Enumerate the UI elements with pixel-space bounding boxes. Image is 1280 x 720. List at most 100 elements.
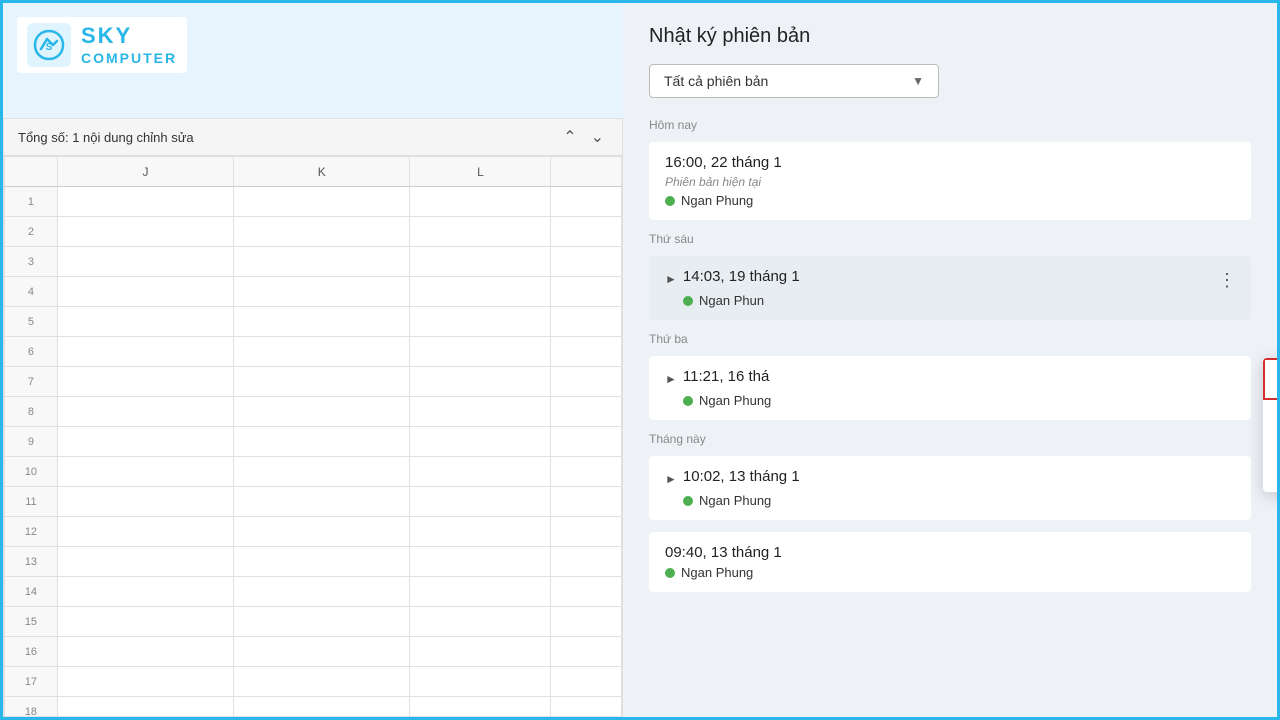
table-row[interactable]: 1 — [5, 187, 622, 217]
version-dropdown[interactable]: Tất cả phiên bản ▼ — [649, 64, 939, 98]
cell-l-3[interactable] — [410, 247, 551, 277]
version-item-friday-1[interactable]: ► 14:03, 19 tháng 1 ⋮ Ngan Phun — [649, 256, 1251, 320]
version-item-month-2[interactable]: 09:40, 13 tháng 1 Ngan Phung — [649, 532, 1251, 592]
cell-extra-10 — [551, 457, 622, 487]
cell-l-5[interactable] — [410, 307, 551, 337]
cell-k-12[interactable] — [234, 517, 410, 547]
cell-j-13[interactable] — [57, 547, 233, 577]
table-row[interactable]: 11 — [5, 487, 622, 517]
cell-k-7[interactable] — [234, 367, 410, 397]
cell-j-2[interactable] — [57, 217, 233, 247]
table-row[interactable]: 7 — [5, 367, 622, 397]
cell-j-14[interactable] — [57, 577, 233, 607]
cell-j-7[interactable] — [57, 367, 233, 397]
cell-l-4[interactable] — [410, 277, 551, 307]
cell-l-6[interactable] — [410, 337, 551, 367]
cell-extra-16 — [551, 637, 622, 667]
table-row[interactable]: 4 — [5, 277, 622, 307]
cell-k-16[interactable] — [234, 637, 410, 667]
table-row[interactable]: 3 — [5, 247, 622, 277]
version-row-friday-1: ► 14:03, 19 tháng 1 — [665, 268, 1235, 289]
table-row[interactable]: 16 — [5, 637, 622, 667]
table-row[interactable]: 18 — [5, 697, 622, 718]
table-row[interactable]: 6 — [5, 337, 622, 367]
cell-k-2[interactable] — [234, 217, 410, 247]
cell-j-18[interactable] — [57, 697, 233, 718]
more-options-btn[interactable]: ⋮ — [1213, 266, 1241, 294]
cell-l-18[interactable] — [410, 697, 551, 718]
version-item-tuesday-1[interactable]: ► 11:21, 16 thá Ngan Phung — [649, 356, 1251, 420]
cell-k-9[interactable] — [234, 427, 410, 457]
version-row-tuesday-1: ► 11:21, 16 thá — [665, 368, 1235, 389]
cell-j-17[interactable] — [57, 667, 233, 697]
cell-l-8[interactable] — [410, 397, 551, 427]
cell-k-5[interactable] — [234, 307, 410, 337]
cell-l-9[interactable] — [410, 427, 551, 457]
toolbar-row: Tổng số: 1 nội dung chỉnh sửa ⌃ ⌄ — [4, 119, 622, 156]
cell-extra-3 — [551, 247, 622, 277]
col-header-j[interactable]: J — [57, 157, 233, 187]
context-menu-rename[interactable]: Đặt tên cho phiên bản này — [1263, 400, 1277, 454]
cell-j-9[interactable] — [57, 427, 233, 457]
table-row[interactable]: 10 — [5, 457, 622, 487]
cell-k-10[interactable] — [234, 457, 410, 487]
cell-l-12[interactable] — [410, 517, 551, 547]
table-row[interactable]: 5 — [5, 307, 622, 337]
table-row[interactable]: 8 — [5, 397, 622, 427]
table-row[interactable]: 15 — [5, 607, 622, 637]
cell-l-7[interactable] — [410, 367, 551, 397]
cell-k-6[interactable] — [234, 337, 410, 367]
cell-k-14[interactable] — [234, 577, 410, 607]
cell-j-16[interactable] — [57, 637, 233, 667]
cell-l-17[interactable] — [410, 667, 551, 697]
col-header-k[interactable]: K — [234, 157, 410, 187]
author-name-month-2: Ngan Phung — [681, 565, 753, 580]
cell-k-13[interactable] — [234, 547, 410, 577]
cell-j-12[interactable] — [57, 517, 233, 547]
expand-btn[interactable]: ⌄ — [587, 125, 608, 149]
cell-j-11[interactable] — [57, 487, 233, 517]
cell-l-2[interactable] — [410, 217, 551, 247]
cell-k-11[interactable] — [234, 487, 410, 517]
cell-l-15[interactable] — [410, 607, 551, 637]
cell-k-4[interactable] — [234, 277, 410, 307]
table-row[interactable]: 9 — [5, 427, 622, 457]
version-item-month-1[interactable]: ► 10:02, 13 tháng 1 Ngan Phung — [649, 456, 1251, 520]
cell-j-1[interactable] — [57, 187, 233, 217]
cell-j-5[interactable] — [57, 307, 233, 337]
cell-k-1[interactable] — [234, 187, 410, 217]
cell-l-1[interactable] — [410, 187, 551, 217]
row-num-6: 6 — [5, 337, 58, 367]
cell-j-4[interactable] — [57, 277, 233, 307]
cell-j-15[interactable] — [57, 607, 233, 637]
context-menu-restore[interactable]: Khôi phục phiên bản này — [1263, 358, 1277, 400]
cell-l-11[interactable] — [410, 487, 551, 517]
cell-j-6[interactable] — [57, 337, 233, 367]
table-row[interactable]: 2 — [5, 217, 622, 247]
cell-k-3[interactable] — [234, 247, 410, 277]
cell-j-10[interactable] — [57, 457, 233, 487]
version-item-today-1[interactable]: 16:00, 22 tháng 1 Phiên bản hiện tại Nga… — [649, 142, 1251, 220]
row-num-5: 5 — [5, 307, 58, 337]
cell-l-13[interactable] — [410, 547, 551, 577]
table-row[interactable]: 14 — [5, 577, 622, 607]
row-num-7: 7 — [5, 367, 58, 397]
context-menu-copy[interactable]: Tạo bản sao — [1263, 454, 1277, 492]
cell-k-18[interactable] — [234, 697, 410, 718]
table-row[interactable]: 12 — [5, 517, 622, 547]
cell-l-10[interactable] — [410, 457, 551, 487]
section-label-friday: Thứ sáu — [649, 232, 1251, 246]
cell-l-14[interactable] — [410, 577, 551, 607]
table-row[interactable]: 13 — [5, 547, 622, 577]
row-num-4: 4 — [5, 277, 58, 307]
cell-l-16[interactable] — [410, 637, 551, 667]
cell-j-3[interactable] — [57, 247, 233, 277]
col-header-l[interactable]: L — [410, 157, 551, 187]
table-row[interactable]: 17 — [5, 667, 622, 697]
cell-k-17[interactable] — [234, 667, 410, 697]
collapse-btn[interactable]: ⌃ — [559, 125, 580, 149]
cell-k-8[interactable] — [234, 397, 410, 427]
cell-k-15[interactable] — [234, 607, 410, 637]
cell-j-8[interactable] — [57, 397, 233, 427]
version-row-month-1: ► 10:02, 13 tháng 1 — [665, 468, 1235, 489]
